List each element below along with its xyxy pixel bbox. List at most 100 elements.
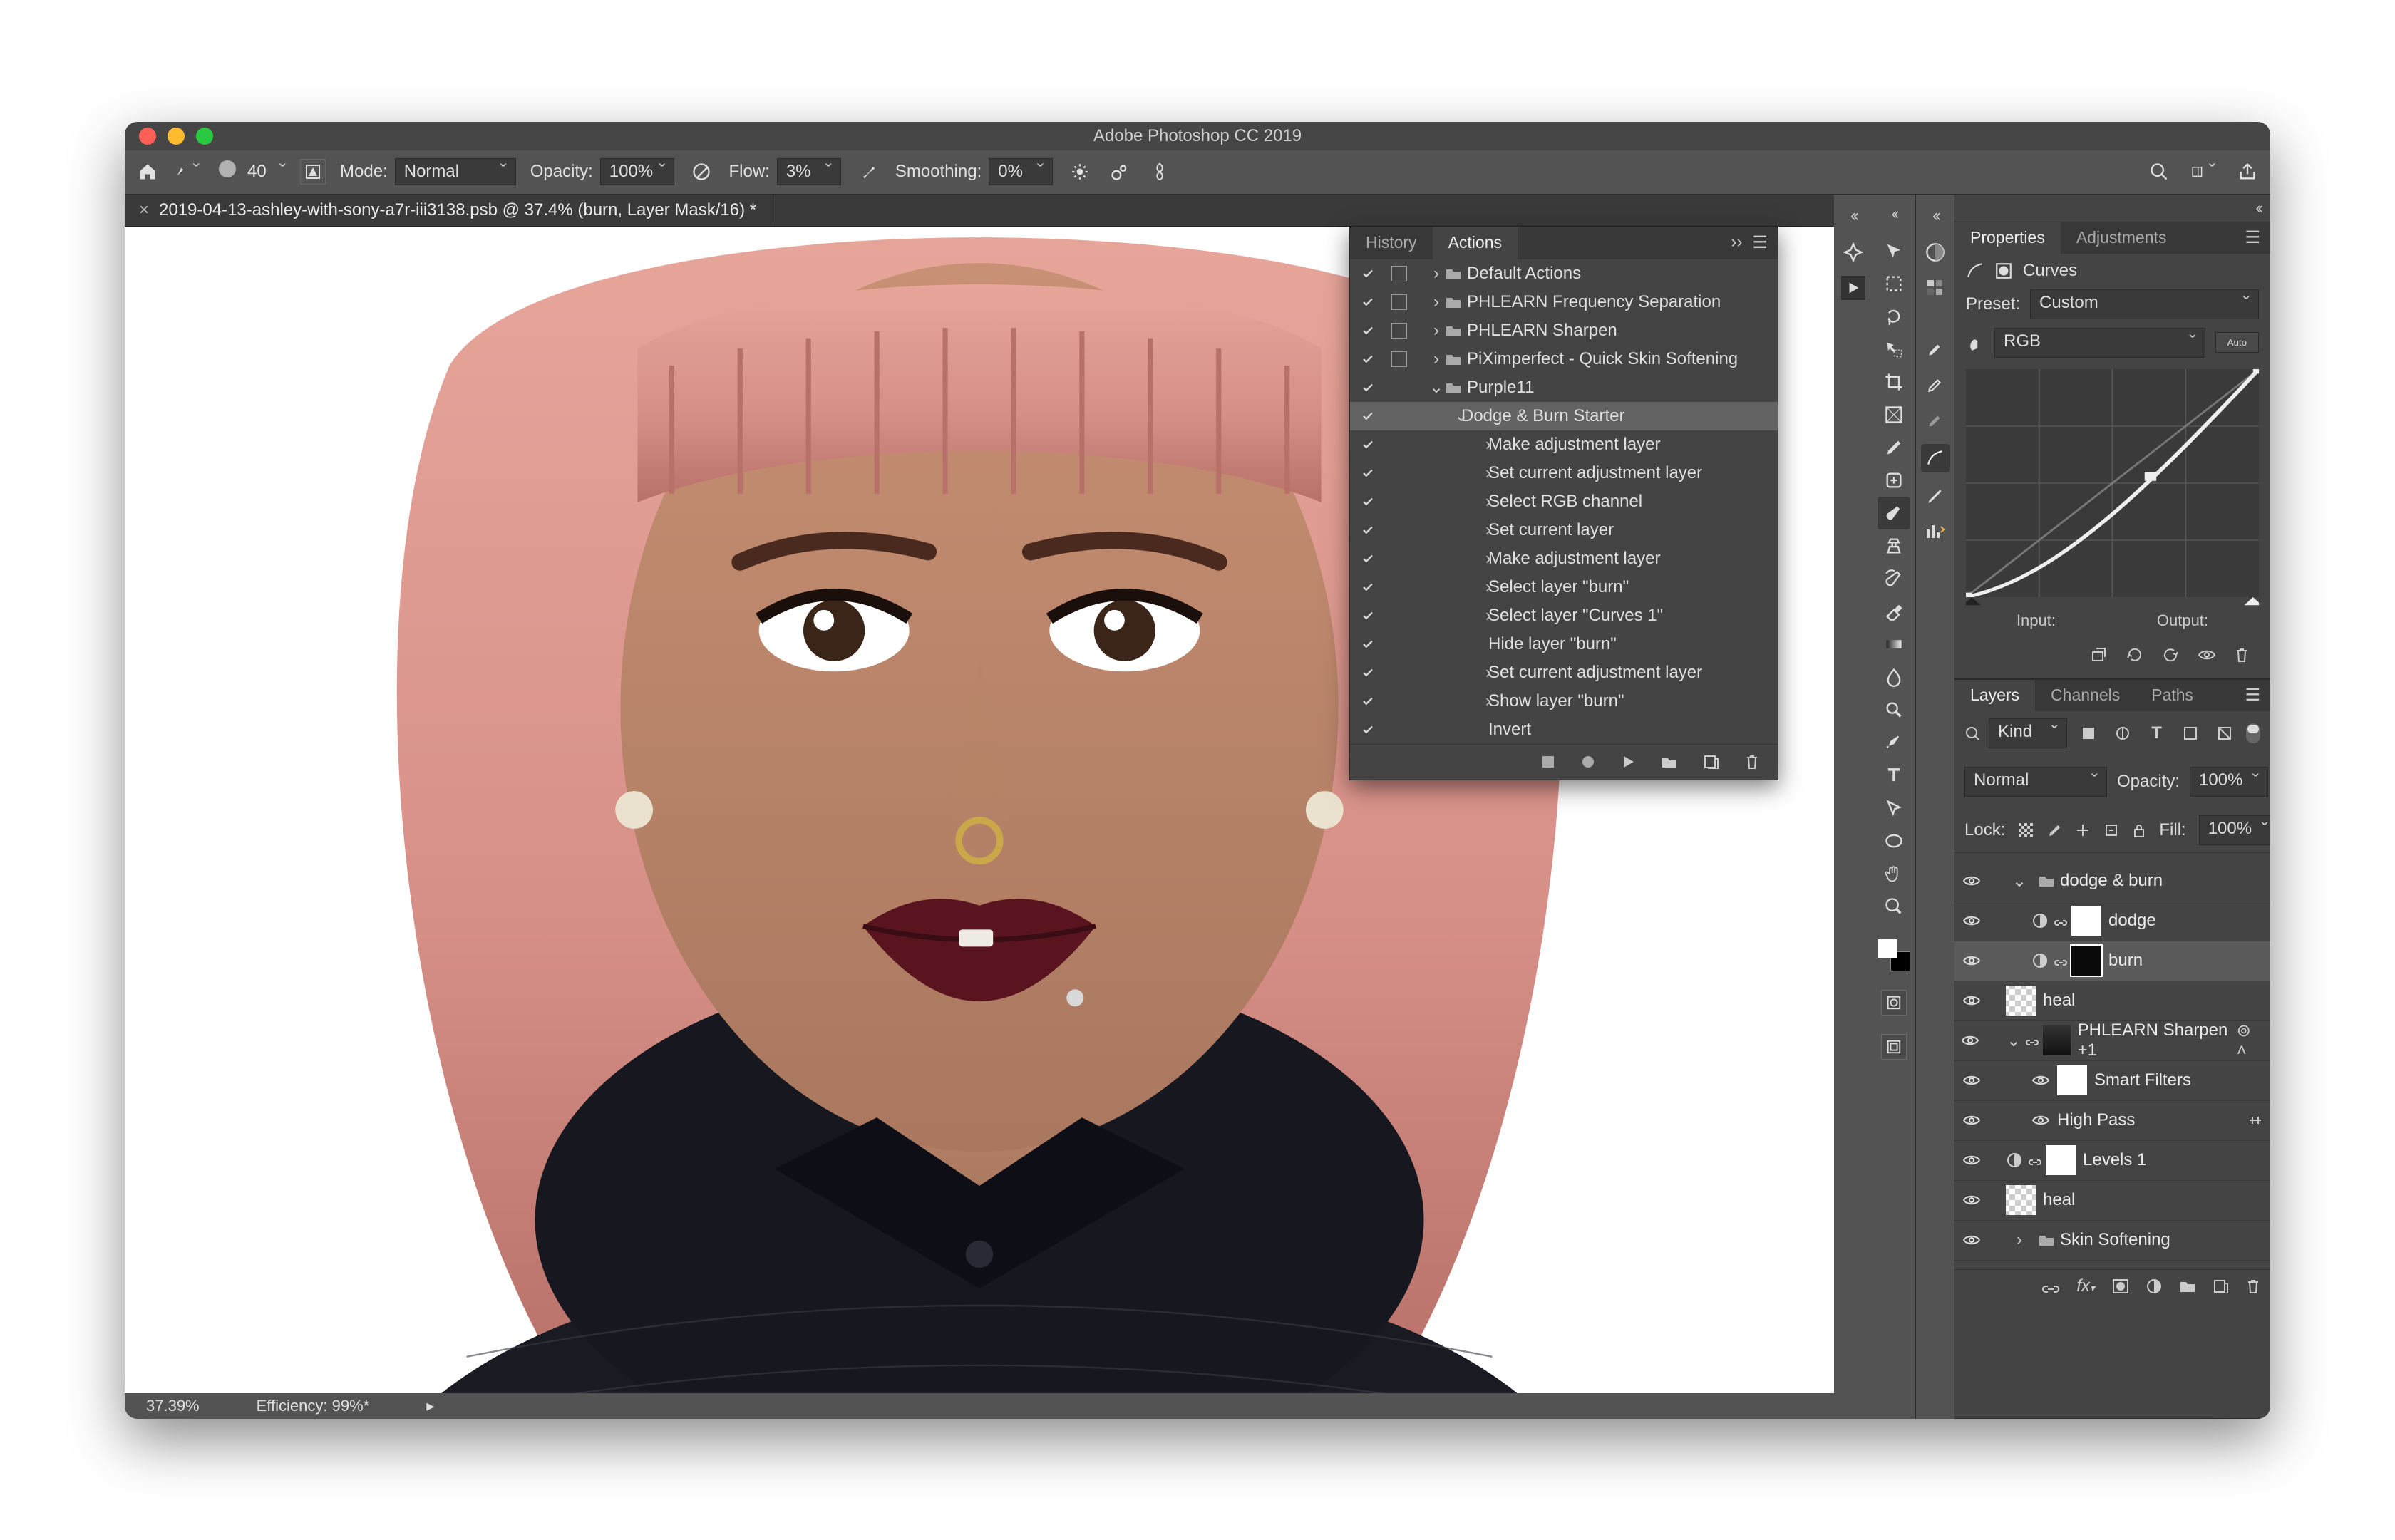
blur-tool[interactable] (1878, 661, 1910, 693)
filter-type-icon[interactable] (1964, 725, 1980, 741)
action-expand-icon[interactable]: › (1413, 321, 1440, 341)
screenmode-icon[interactable] (1881, 1034, 1907, 1060)
channel-select[interactable]: RGB (1994, 328, 2205, 358)
mask-thumbnail[interactable] (2071, 946, 2101, 976)
layer-name[interactable]: Skin Softening (2060, 1230, 2170, 1250)
action-toggle-check[interactable] (1350, 666, 1386, 679)
foreground-color[interactable] (1878, 939, 1897, 958)
mask-icon[interactable] (1994, 262, 2013, 280)
action-step-row[interactable]: ›Set current adjustment layer (1350, 658, 1778, 687)
dodge-tool[interactable] (1878, 693, 1910, 726)
panels-collapse-icon[interactable]: ‹‹ (2245, 195, 2270, 222)
smoothing-control[interactable]: Smoothing: 0% (895, 158, 1053, 185)
toggle-visibility-icon[interactable] (2198, 648, 2216, 662)
pen-tool[interactable] (1878, 726, 1910, 759)
action-set-row[interactable]: ›PHLEARN Sharpen (1350, 316, 1778, 345)
action-set-row[interactable]: ›Default Actions (1350, 259, 1778, 288)
visibility-toggle[interactable] (1954, 874, 1989, 888)
panel-menu-icon[interactable]: ☰ (1752, 232, 1768, 253)
visibility-toggle[interactable] (1954, 1193, 1989, 1207)
panel-collapse-icon[interactable]: ›› (1731, 232, 1743, 253)
layer-row[interactable]: heal (1954, 1181, 2270, 1221)
mask-link-icon[interactable] (2029, 1154, 2041, 1167)
home-icon[interactable] (135, 159, 160, 185)
layer-name[interactable]: burn (2108, 951, 2143, 971)
pressure-opacity-icon[interactable] (689, 159, 714, 185)
stop-icon[interactable] (1541, 755, 1555, 769)
visibility-toggle[interactable] (1954, 914, 1989, 928)
action-expand-icon[interactable]: › (1413, 606, 1488, 626)
tab-channels[interactable]: Channels (2035, 680, 2136, 711)
lock-pixels-icon[interactable] (2046, 817, 2062, 843)
action-step-row[interactable]: ›Select layer "Curves 1" (1350, 601, 1778, 630)
ellipse-tool[interactable] (1878, 825, 1910, 857)
opacity-control[interactable]: Opacity: 100% (530, 158, 675, 185)
action-step-row[interactable]: ›Set current layer (1350, 516, 1778, 544)
tab-history[interactable]: History (1350, 227, 1433, 259)
action-toggle-check[interactable] (1350, 723, 1386, 736)
play-action-icon[interactable] (1841, 276, 1865, 300)
trash-icon[interactable] (1745, 754, 1759, 770)
action-expand-icon[interactable]: › (1413, 264, 1440, 284)
curves-graph[interactable] (1966, 369, 2259, 597)
action-dialog-toggle[interactable] (1386, 323, 1413, 339)
layer-row[interactable]: heal (1954, 981, 2270, 1021)
filter-shape-icon[interactable] (2178, 720, 2203, 746)
layer-list[interactable]: ⌄dodge & burndodgeburnheal⌄PHLEARN Sharp… (1954, 862, 2270, 1261)
tab-paths[interactable]: Paths (2136, 680, 2209, 711)
action-toggle-check[interactable] (1350, 524, 1386, 537)
action-toggle-check[interactable] (1350, 467, 1386, 480)
action-toggle-check[interactable] (1350, 438, 1386, 451)
brush-panel-icon[interactable] (300, 159, 326, 185)
lock-artboard-icon[interactable] (2103, 817, 2119, 843)
layer-name[interactable]: heal (2043, 1190, 2075, 1210)
smart-filter-visibility-icon[interactable] (2031, 1073, 2050, 1087)
action-expand-icon[interactable]: › (1413, 520, 1488, 540)
flow-control[interactable]: Flow: 3% (728, 158, 840, 185)
expand-dock-icon[interactable]: ‹‹ (1850, 203, 1856, 229)
canvas[interactable]: History Actions ›› ☰ ›Default Actions›PH… (125, 227, 1834, 1393)
action-toggle-check[interactable] (1350, 581, 1386, 594)
filter-smart-icon[interactable] (2212, 720, 2237, 746)
layer-row[interactable]: ›Skin Softening (1954, 1221, 2270, 1261)
history-brush-tool[interactable] (1878, 562, 1910, 595)
delete-adjustment-icon[interactable] (2235, 647, 2249, 663)
white-point-icon[interactable] (1923, 373, 1947, 397)
new-set-icon[interactable] (1661, 755, 1678, 769)
quickmask-icon[interactable] (1881, 990, 1907, 1016)
mode-select[interactable]: Mode: Normal (340, 158, 516, 185)
action-step-row[interactable]: ›Select RGB channel (1350, 487, 1778, 516)
smart-filter-visibility-icon[interactable] (2031, 1113, 2050, 1127)
actions-list[interactable]: ›Default Actions›PHLEARN Frequency Separ… (1350, 259, 1778, 744)
layer-name[interactable]: PHLEARN Sharpen +1 (2078, 1020, 2237, 1060)
quick-select-tool[interactable] (1878, 333, 1910, 366)
group-expand-icon[interactable]: ⌄ (2006, 871, 2033, 892)
layer-name[interactable]: High Pass (2057, 1110, 2135, 1130)
action-set-row[interactable]: ›PiXimperfect - Quick Skin Softening (1350, 345, 1778, 373)
action-expand-icon[interactable]: › (1413, 691, 1488, 711)
document-tab[interactable]: × 2019-04-13-ashley-with-sony-a7r-iii313… (125, 195, 771, 226)
color-swatches[interactable] (1878, 939, 1910, 971)
gray-point-icon[interactable] (1923, 408, 1947, 433)
action-set-row[interactable]: ⌄Purple11 (1350, 373, 1778, 402)
smart-expand-icon[interactable]: ⌄ (2002, 1030, 2026, 1051)
mask-link-icon[interactable] (2026, 1034, 2039, 1047)
layer-opacity-select[interactable]: 100% (2190, 767, 2268, 797)
visibility-toggle[interactable] (1954, 993, 1989, 1008)
action-expand-icon[interactable]: › (1413, 492, 1488, 512)
action-dialog-toggle[interactable] (1386, 351, 1413, 367)
action-set-row[interactable]: ›PHLEARN Frequency Separation (1350, 288, 1778, 316)
filter-pixel-icon[interactable] (2076, 720, 2101, 746)
layer-name[interactable]: Smart Filters (2094, 1070, 2191, 1090)
action-expand-icon[interactable]: ⌄ (1413, 405, 1461, 426)
layers-menu-icon[interactable]: ☰ (2245, 685, 2260, 706)
brush-tool[interactable] (1878, 497, 1910, 529)
visibility-toggle[interactable] (1954, 954, 1989, 968)
play-icon[interactable] (1621, 755, 1635, 769)
add-mask-icon[interactable] (2112, 1278, 2129, 1294)
new-action-icon[interactable] (1704, 755, 1719, 769)
filter-type-layer-icon[interactable]: T (2144, 720, 2170, 746)
efficiency-value[interactable]: Efficiency: 99%* (257, 1397, 370, 1415)
action-expand-icon[interactable]: › (1413, 292, 1440, 312)
view-previous-icon[interactable] (2126, 646, 2143, 663)
